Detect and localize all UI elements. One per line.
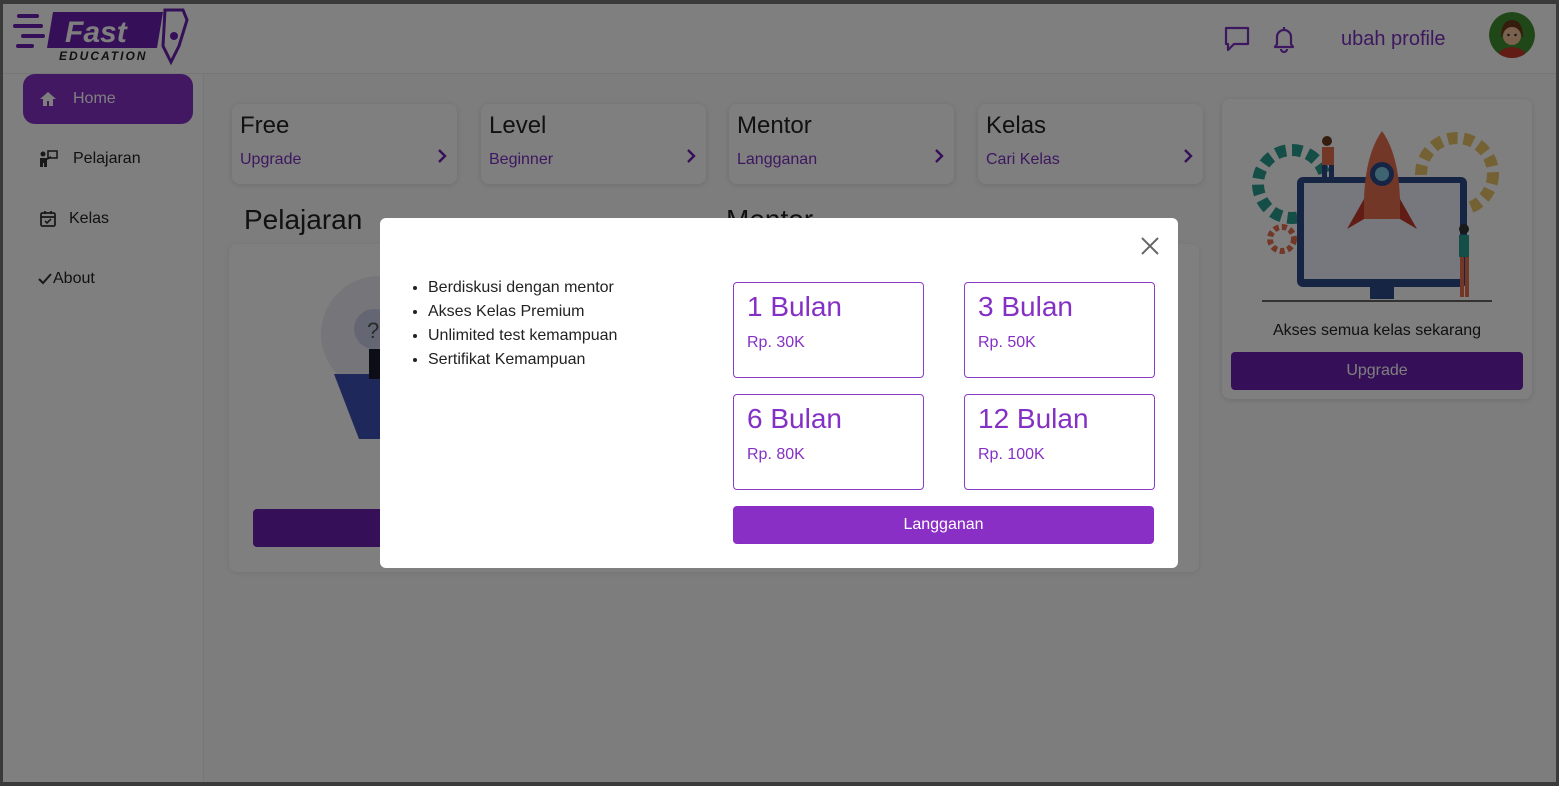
close-icon[interactable] <box>1138 234 1162 258</box>
plan-price: Rp. 50K <box>978 334 1036 351</box>
plan-option-1-bulan[interactable]: 1 Bulan Rp. 30K <box>733 282 924 378</box>
feature-item: Berdiskusi dengan mentor <box>428 276 617 300</box>
feature-item: Unlimited test kemampuan <box>428 324 617 348</box>
plan-price: Rp. 30K <box>747 334 805 351</box>
plan-price: Rp. 100K <box>978 446 1045 463</box>
feature-item: Akses Kelas Premium <box>428 300 617 324</box>
plan-name: 1 Bulan <box>747 291 842 322</box>
plan-option-3-bulan[interactable]: 3 Bulan Rp. 50K <box>964 282 1155 378</box>
subscription-modal: Berdiskusi dengan mentor Akses Kelas Pre… <box>380 218 1178 568</box>
feature-list: Berdiskusi dengan mentor Akses Kelas Pre… <box>428 276 617 372</box>
app-window: Fast EDUCATION ubah profile <box>3 4 1556 782</box>
feature-item: Sertifikat Kemampuan <box>428 348 617 372</box>
subscribe-button[interactable]: Langganan <box>733 506 1154 544</box>
plan-price: Rp. 80K <box>747 446 805 463</box>
plan-option-6-bulan[interactable]: 6 Bulan Rp. 80K <box>733 394 924 490</box>
plan-name: 3 Bulan <box>978 291 1073 322</box>
plan-name: 6 Bulan <box>747 403 842 434</box>
plan-option-12-bulan[interactable]: 12 Bulan Rp. 100K <box>964 394 1155 490</box>
plan-name: 12 Bulan <box>978 403 1089 434</box>
